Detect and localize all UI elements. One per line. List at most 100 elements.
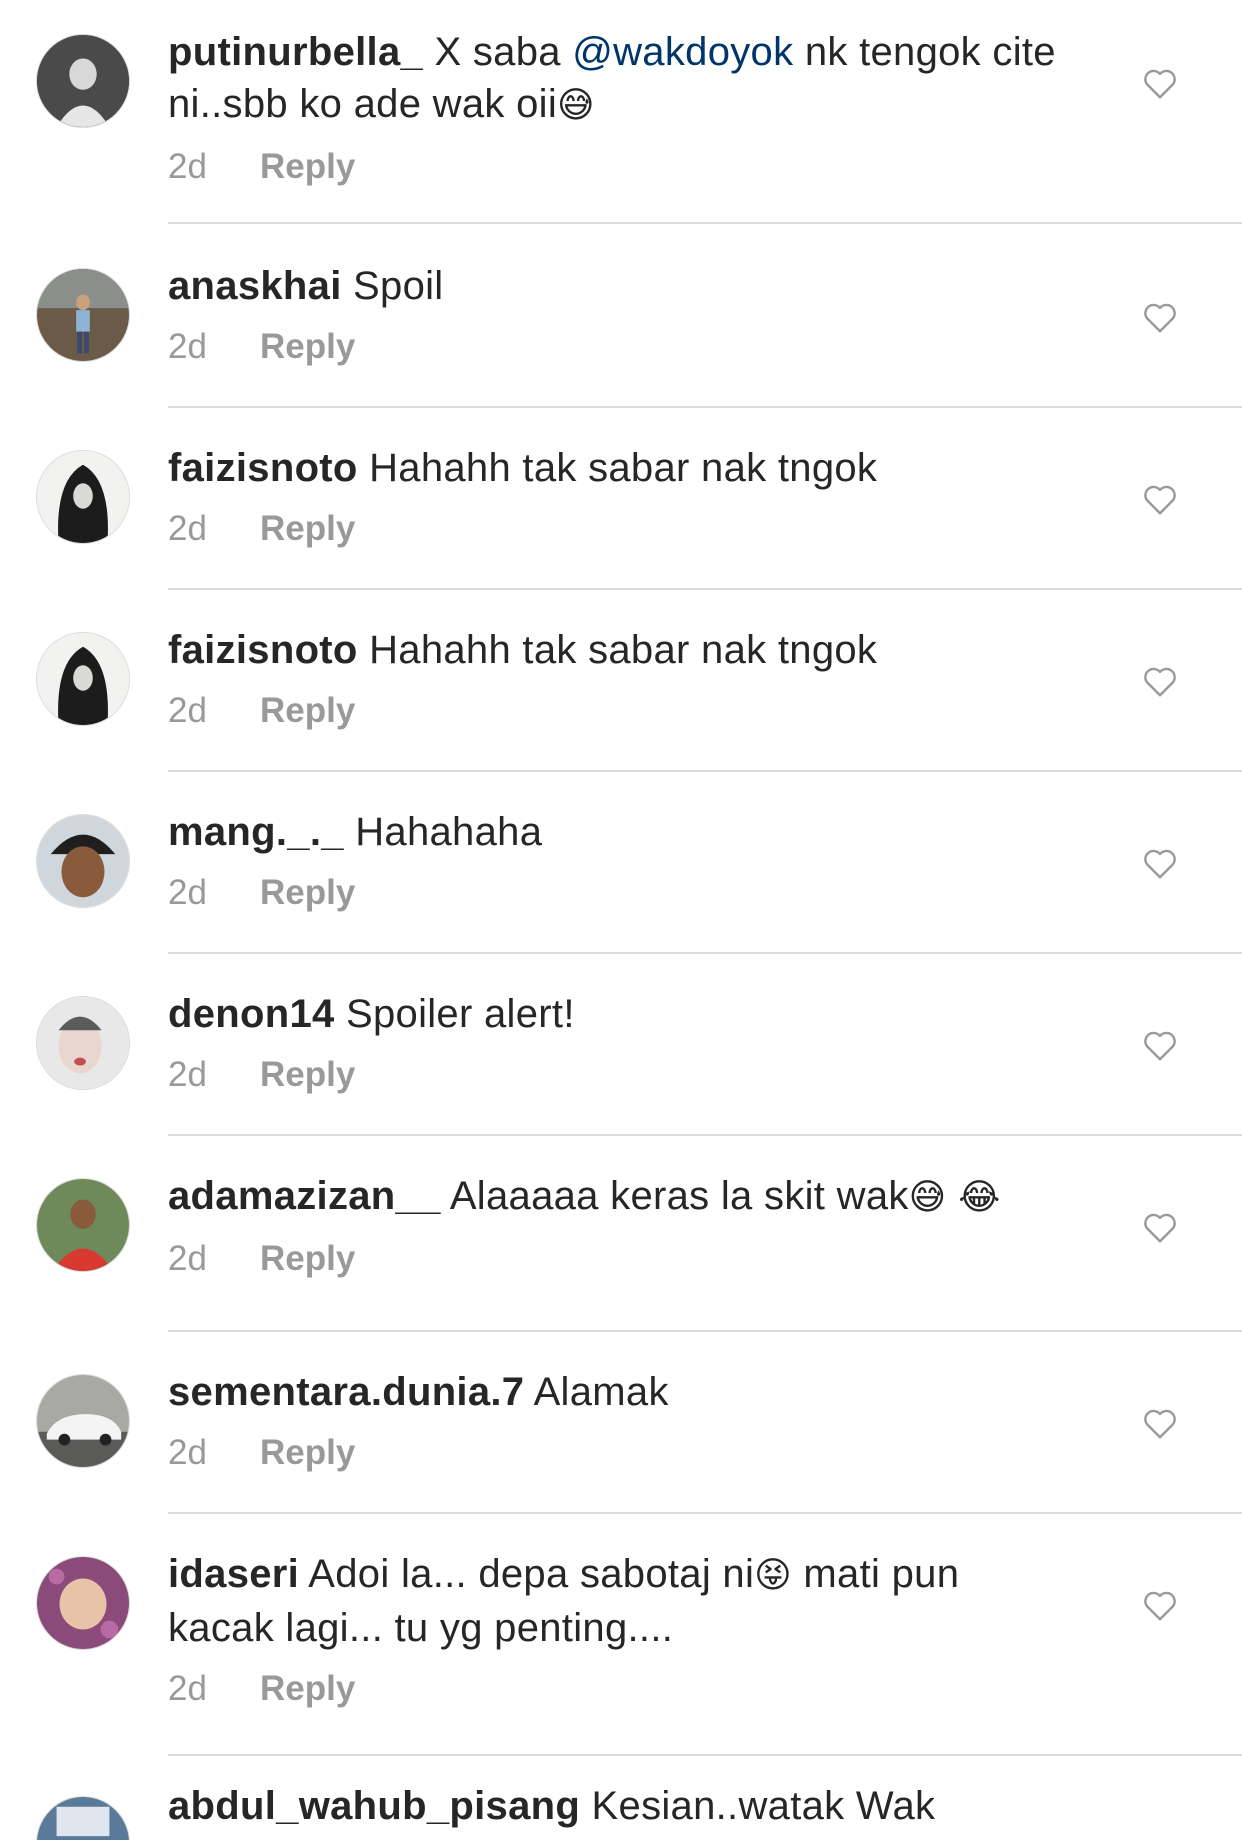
comment-username[interactable]: abdul_wahub_pisang: [168, 1784, 580, 1828]
comment-content: Hahahaha: [343, 810, 543, 854]
reply-button[interactable]: Reply: [260, 1433, 355, 1472]
comment-text: mang._._ Hahahaha: [168, 806, 1068, 858]
comment-username[interactable]: denon14: [168, 992, 335, 1036]
comment-item: adamazizan__ Alaaaaa keras la skit wak😅 …: [0, 1134, 1242, 1332]
heart-outline-icon[interactable]: [1142, 66, 1178, 100]
comment-text: faizisnoto Hahahh tak sabar nak tngok: [168, 442, 1068, 494]
avatar[interactable]: [36, 632, 130, 726]
comment-content: Spoiler alert!: [334, 992, 575, 1036]
comment-text: idaseri Adoi la... depa sabotaj ni😝 mati…: [168, 1548, 1068, 1654]
comment-body: denon14 Spoiler alert! 2d Reply: [168, 988, 1068, 1100]
heart-outline-icon[interactable]: [1142, 1210, 1178, 1244]
avatar[interactable]: [36, 34, 130, 128]
reply-button[interactable]: Reply: [260, 1055, 355, 1094]
comment-item: putinurbella_ X saba @wakdoyok nk tengok…: [0, 0, 1242, 224]
comment-content: X saba: [423, 30, 573, 74]
comment-text: anaskhai Spoil: [168, 260, 1068, 312]
comment-content: Alamak: [524, 1370, 669, 1414]
avatar[interactable]: [36, 1178, 130, 1272]
comment-timestamp: 2d: [168, 691, 207, 730]
comment-username[interactable]: putinurbella_: [168, 30, 423, 74]
mention-link[interactable]: @wakdoyok: [572, 30, 793, 74]
reply-button[interactable]: Reply: [260, 147, 355, 186]
comment-text: sementara.dunia.7 Alamak: [168, 1366, 1068, 1418]
comment-username[interactable]: sementara.dunia.7: [168, 1370, 524, 1414]
comment-meta: 2d Reply: [168, 868, 1068, 918]
reply-button[interactable]: Reply: [260, 509, 355, 548]
comments-list: putinurbella_ X saba @wakdoyok nk tengok…: [0, 0, 1242, 1840]
comment-body: mang._._ Hahahaha 2d Reply: [168, 806, 1068, 918]
comment-timestamp: 2d: [168, 147, 207, 186]
comment-text: adamazizan__ Alaaaaa keras la skit wak😅 …: [168, 1170, 1068, 1224]
comment-timestamp: 2d: [168, 1669, 207, 1708]
comment-item: denon14 Spoiler alert! 2d Reply: [0, 952, 1242, 1136]
comment-body: faizisnoto Hahahh tak sabar nak tngok 2d…: [168, 442, 1068, 554]
comment-username[interactable]: idaseri: [168, 1552, 299, 1596]
comment-text: abdul_wahub_pisang Kesian..watak Wak: [168, 1780, 1068, 1832]
comment-username[interactable]: faizisnoto: [168, 628, 358, 672]
comment-text: faizisnoto Hahahh tak sabar nak tngok: [168, 624, 1068, 676]
comment-timestamp: 2d: [168, 509, 207, 548]
comment-content: Hahahh tak sabar nak tngok: [357, 628, 878, 672]
comment-body: adamazizan__ Alaaaaa keras la skit wak😅 …: [168, 1170, 1068, 1284]
comment-body: anaskhai Spoil 2d Reply: [168, 260, 1068, 372]
emoji: 😝: [754, 1555, 793, 1596]
emoji: 😅 😂: [908, 1177, 1001, 1218]
comment-meta: 2d Reply: [168, 1234, 1068, 1284]
reply-button[interactable]: Reply: [260, 1239, 355, 1278]
comment-item: anaskhai Spoil 2d Reply: [0, 224, 1242, 408]
heart-outline-icon[interactable]: [1142, 664, 1178, 698]
heart-outline-icon[interactable]: [1142, 482, 1178, 516]
reply-button[interactable]: Reply: [260, 691, 355, 730]
avatar[interactable]: [36, 450, 130, 544]
heart-outline-icon[interactable]: [1142, 300, 1178, 334]
reply-button[interactable]: Reply: [260, 327, 355, 366]
comment-content: Spoil: [341, 264, 444, 308]
comment-username[interactable]: faizisnoto: [168, 446, 358, 490]
comment-meta: 2d Reply: [168, 142, 1068, 192]
comment-timestamp: 2d: [168, 1433, 207, 1472]
comment-content: Adoi la... depa sabotaj ni: [299, 1552, 755, 1596]
comment-meta: 2d Reply: [168, 504, 1068, 554]
comment-meta: 2d Reply: [168, 1664, 1068, 1714]
comment-body: sementara.dunia.7 Alamak 2d Reply: [168, 1366, 1068, 1478]
avatar[interactable]: [36, 1374, 130, 1468]
comment-meta: 2d Reply: [168, 1428, 1068, 1478]
comment-username[interactable]: adamazizan__: [168, 1174, 441, 1218]
comment-username[interactable]: mang._._: [168, 810, 344, 854]
comment-meta: 2d Reply: [168, 322, 1068, 372]
comment-meta: 2d Reply: [168, 1050, 1068, 1100]
heart-outline-icon[interactable]: [1142, 846, 1178, 880]
comment-body: putinurbella_ X saba @wakdoyok nk tengok…: [168, 26, 1068, 192]
heart-outline-icon[interactable]: [1142, 1406, 1178, 1440]
heart-outline-icon[interactable]: [1142, 1028, 1178, 1062]
comment-body: abdul_wahub_pisang Kesian..watak Wak: [168, 1780, 1068, 1832]
comment-item: mang._._ Hahahaha 2d Reply: [0, 770, 1242, 954]
comment-item: abdul_wahub_pisang Kesian..watak Wak: [0, 1756, 1242, 1840]
comment-content: Kesian..watak Wak: [580, 1784, 936, 1828]
avatar[interactable]: [36, 996, 130, 1090]
comment-text: denon14 Spoiler alert!: [168, 988, 1068, 1040]
avatar[interactable]: [36, 268, 130, 362]
avatar[interactable]: [36, 1556, 130, 1650]
emoji: 😅: [557, 85, 595, 126]
comment-item: faizisnoto Hahahh tak sabar nak tngok 2d…: [0, 588, 1242, 772]
comment-body: idaseri Adoi la... depa sabotaj ni😝 mati…: [168, 1548, 1068, 1714]
reply-button[interactable]: Reply: [260, 873, 355, 912]
comment-content: Alaaaaa keras la skit wak: [440, 1174, 909, 1218]
reply-button[interactable]: Reply: [260, 1669, 355, 1708]
comment-username[interactable]: anaskhai: [168, 264, 342, 308]
comment-content: Hahahh tak sabar nak tngok: [357, 446, 878, 490]
heart-outline-icon[interactable]: [1142, 1588, 1178, 1622]
comment-item: idaseri Adoi la... depa sabotaj ni😝 mati…: [0, 1512, 1242, 1756]
comment-timestamp: 2d: [168, 1055, 207, 1094]
comment-meta: 2d Reply: [168, 686, 1068, 736]
comment-item: faizisnoto Hahahh tak sabar nak tngok 2d…: [0, 406, 1242, 590]
comment-text: putinurbella_ X saba @wakdoyok nk tengok…: [168, 26, 1068, 132]
comment-timestamp: 2d: [168, 873, 207, 912]
comment-body: faizisnoto Hahahh tak sabar nak tngok 2d…: [168, 624, 1068, 736]
comment-timestamp: 2d: [168, 327, 207, 366]
comment-item: sementara.dunia.7 Alamak 2d Reply: [0, 1330, 1242, 1514]
avatar[interactable]: [36, 1796, 130, 1840]
avatar[interactable]: [36, 814, 130, 908]
